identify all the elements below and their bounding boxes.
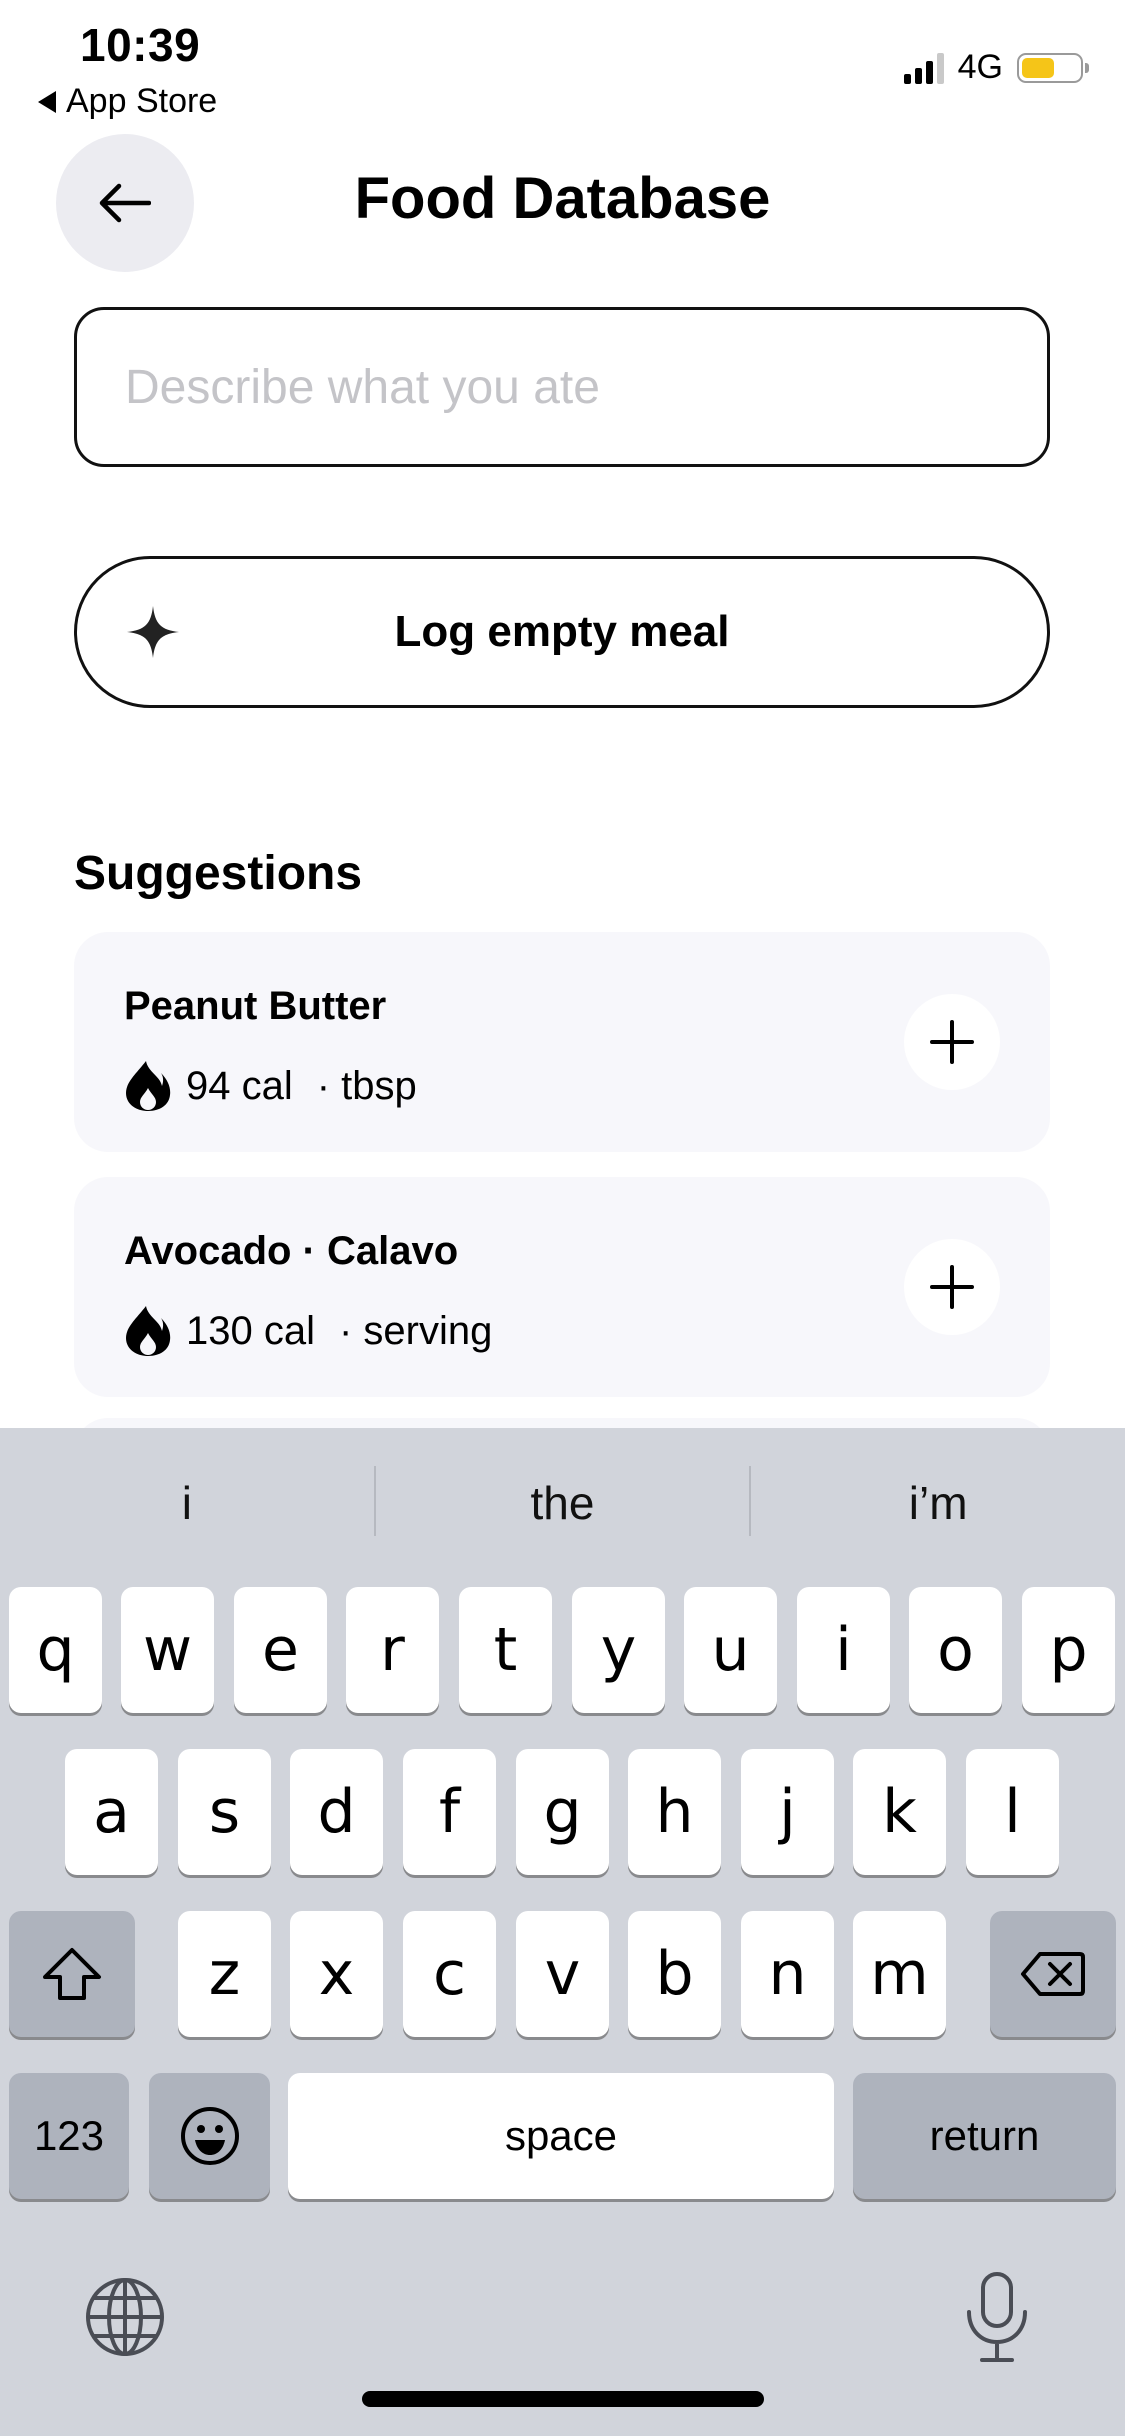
- key-a[interactable]: a: [65, 1749, 158, 1875]
- add-food-button[interactable]: [904, 994, 1000, 1090]
- food-meta: 94 cal · tbsp: [124, 1060, 417, 1112]
- space-key[interactable]: space: [288, 2073, 834, 2199]
- key-y[interactable]: y: [572, 1587, 665, 1713]
- suggestion-card[interactable]: Peanut Butter 94 cal · tbsp: [74, 932, 1050, 1152]
- key-r[interactable]: r: [346, 1587, 439, 1713]
- backspace-icon: [1021, 1952, 1085, 1996]
- key-c[interactable]: c: [403, 1911, 496, 2037]
- food-meta: 130 cal · serving: [124, 1305, 492, 1357]
- key-o[interactable]: o: [909, 1587, 1002, 1713]
- key-f[interactable]: f: [403, 1749, 496, 1875]
- page-title: Food Database: [354, 166, 771, 231]
- key-w[interactable]: w: [121, 1587, 214, 1713]
- food-search-field[interactable]: [74, 307, 1050, 467]
- food-calories: 94 cal: [186, 1063, 293, 1108]
- shift-key[interactable]: [9, 1911, 135, 2037]
- delete-key[interactable]: [990, 1911, 1116, 2037]
- plus-icon: [930, 1265, 974, 1309]
- status-time: 10:39: [80, 19, 201, 71]
- status-indicators: 4G: [903, 48, 1089, 87]
- key-d[interactable]: d: [290, 1749, 383, 1875]
- food-serving-unit: · serving: [338, 1308, 493, 1353]
- key-z[interactable]: z: [178, 1911, 271, 2037]
- food-calories: 130 cal: [186, 1308, 315, 1353]
- plus-icon: [930, 1020, 974, 1064]
- emoji-key[interactable]: [149, 2073, 270, 2199]
- network-type: 4G: [957, 48, 1003, 86]
- prediction-item[interactable]: i’m: [751, 1428, 1125, 1578]
- key-j[interactable]: j: [741, 1749, 834, 1875]
- flame-icon: [126, 1306, 171, 1356]
- food-search-input[interactable]: [77, 310, 1047, 464]
- numbers-key[interactable]: 123: [9, 2073, 129, 2199]
- key-x[interactable]: x: [290, 1911, 383, 2037]
- log-empty-meal-label: Log empty meal: [394, 607, 730, 656]
- key-b[interactable]: b: [628, 1911, 721, 2037]
- key-i[interactable]: i: [797, 1587, 890, 1713]
- key-t[interactable]: t: [459, 1587, 552, 1713]
- key-m[interactable]: m: [853, 1911, 946, 2037]
- prediction-bar: i the i’m: [0, 1428, 1125, 1578]
- suggestions-heading: Suggestions: [74, 847, 363, 900]
- key-q[interactable]: q: [9, 1587, 102, 1713]
- back-to-app-store[interactable]: App Store: [38, 82, 217, 121]
- food-name: Peanut Butter: [124, 984, 387, 1028]
- food-serving-unit: · tbsp: [316, 1063, 417, 1108]
- shift-icon: [43, 1948, 101, 2000]
- log-empty-meal-button[interactable]: Log empty meal: [74, 556, 1050, 708]
- back-triangle-icon: [38, 90, 56, 113]
- signal-icon: [903, 52, 944, 84]
- flame-icon: [126, 1061, 171, 1111]
- prediction-item[interactable]: the: [376, 1428, 750, 1578]
- key-h[interactable]: h: [628, 1749, 721, 1875]
- key-u[interactable]: u: [684, 1587, 777, 1713]
- back-app-label: App Store: [66, 82, 218, 120]
- food-name: Avocado · Calavo: [124, 1229, 459, 1273]
- emoji-icon: [180, 2107, 239, 2165]
- microphone-icon[interactable]: [962, 2270, 1032, 2364]
- key-n[interactable]: n: [741, 1911, 834, 2037]
- key-g[interactable]: g: [516, 1749, 609, 1875]
- globe-icon[interactable]: [84, 2276, 166, 2358]
- return-key[interactable]: return: [853, 2073, 1116, 2199]
- add-food-button[interactable]: [904, 1239, 1000, 1335]
- keyboard: i the i’m q w e r t y u i o p a s d f g …: [0, 1428, 1125, 2436]
- key-s[interactable]: s: [178, 1749, 271, 1875]
- key-v[interactable]: v: [516, 1911, 609, 2037]
- key-k[interactable]: k: [853, 1749, 946, 1875]
- home-indicator: [362, 2391, 764, 2407]
- key-e[interactable]: e: [234, 1587, 327, 1713]
- battery-icon: [1017, 52, 1089, 83]
- suggestion-card[interactable]: Avocado · Calavo 130 cal · serving: [74, 1177, 1050, 1397]
- key-p[interactable]: p: [1022, 1587, 1115, 1713]
- sparkle-icon: [127, 606, 179, 658]
- key-l[interactable]: l: [966, 1749, 1059, 1875]
- prediction-item[interactable]: i: [0, 1428, 374, 1578]
